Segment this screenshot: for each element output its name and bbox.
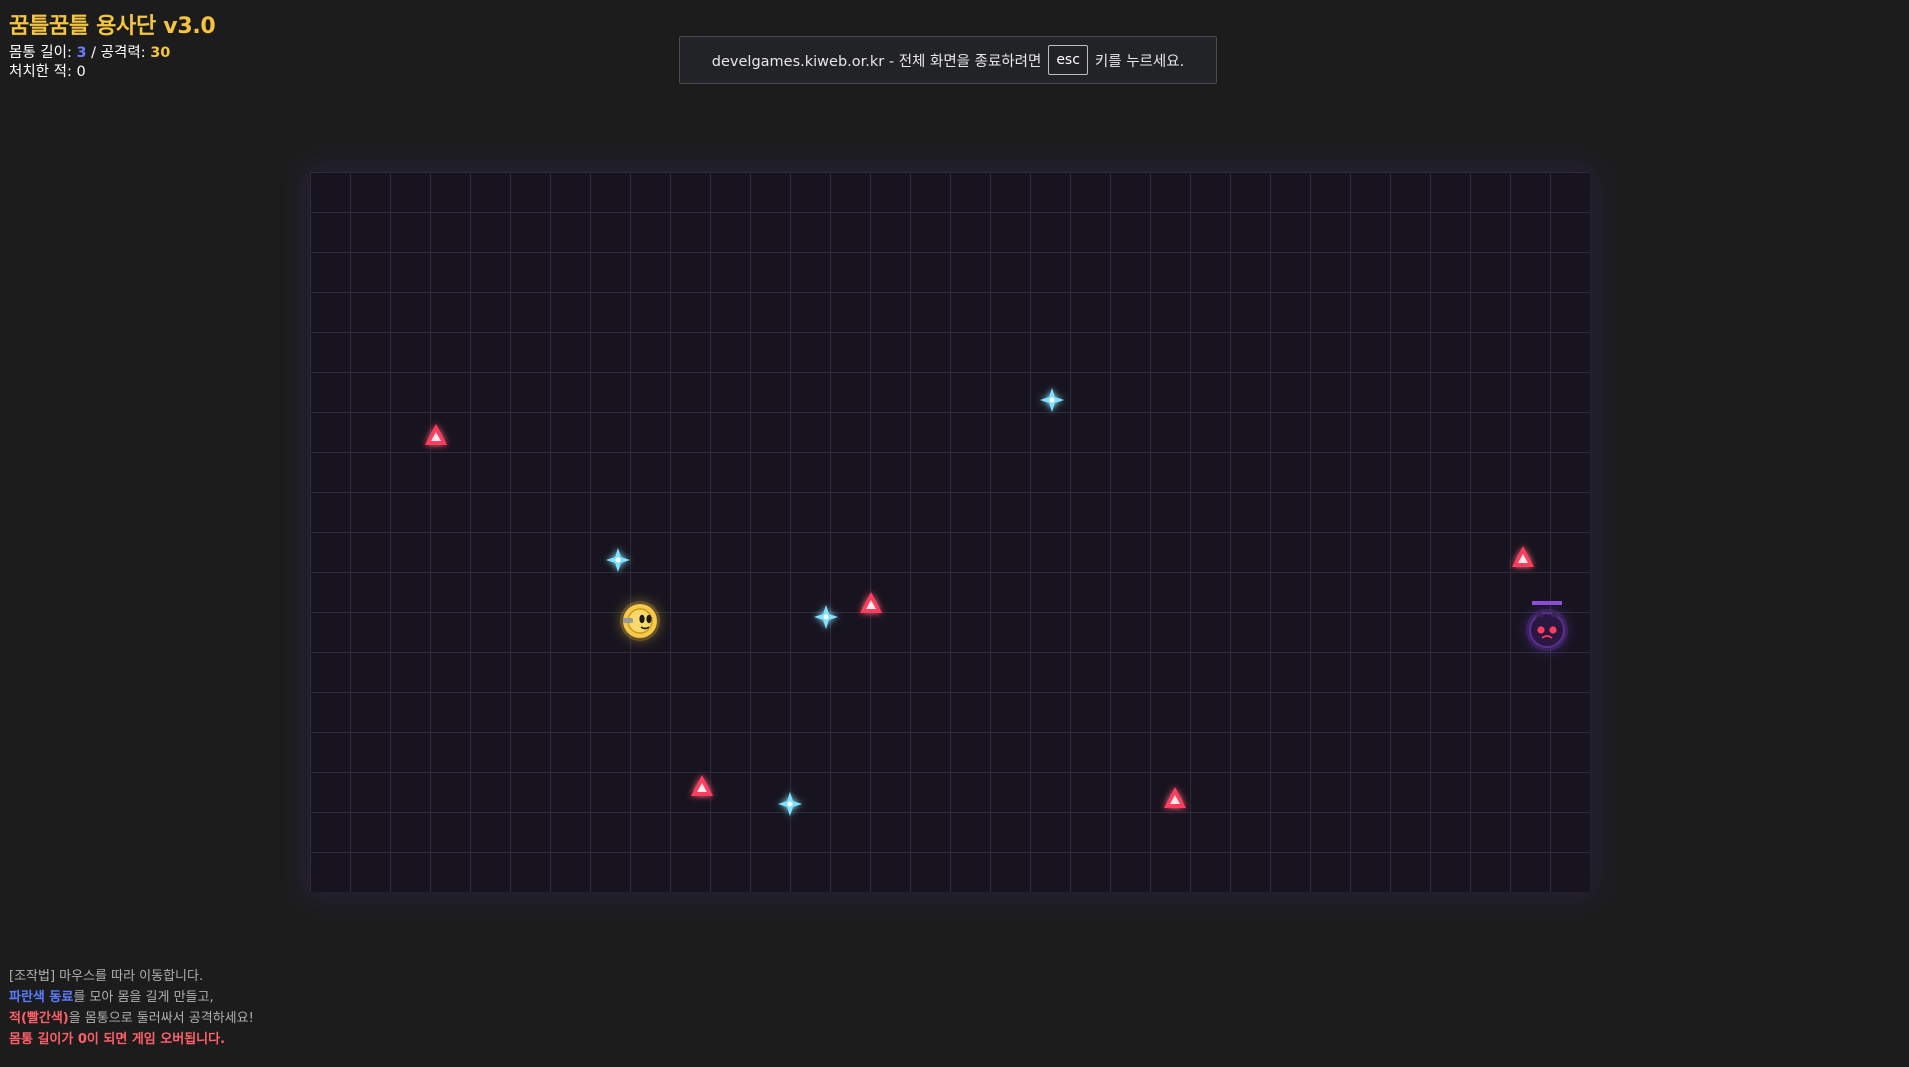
game-title: 꿈틀꿈틀 용사단 v3.0 bbox=[9, 14, 216, 39]
fullscreen-notice-suffix: 키를 누르세요. bbox=[1094, 53, 1185, 70]
red-triangle-enemy-icon bbox=[1164, 787, 1186, 808]
instructions-ally-highlight: 파란색 동료 bbox=[9, 990, 74, 1005]
kills-value: 0 bbox=[76, 64, 86, 80]
instructions-controls: [조작법] 마우스를 따라 이동합니다. bbox=[9, 969, 204, 984]
instructions: [조작법] 마우스를 따라 이동합니다. 파란색 동료를 모아 몸을 길게 만들… bbox=[9, 966, 254, 1050]
attack-value: 30 bbox=[150, 45, 171, 61]
kills-label: 처치한 적: bbox=[9, 64, 77, 80]
instructions-enemies-line: 적(빨간색)을 몸통으로 둘러싸서 공격하세요! bbox=[9, 1008, 254, 1029]
stats-separator: / bbox=[86, 45, 101, 61]
instructions-enemy-highlight: 적(빨간색) bbox=[9, 1011, 69, 1026]
instructions-ally-text: 를 모아 몸을 길게 만들고, bbox=[73, 990, 214, 1005]
length-value: 3 bbox=[76, 45, 87, 61]
player-hero-icon bbox=[620, 601, 660, 641]
length-label: 몸통 길이: bbox=[9, 45, 77, 61]
hud: 꿈틀꿈틀 용사단 v3.0 몸통 길이: 3 / 공격력: 30 처치한 적: … bbox=[9, 8, 216, 82]
fullscreen-notice: develgames.kiweb.or.kr - 전체 화면을 종료하려면 es… bbox=[679, 36, 1217, 84]
purple-boss-enemy-icon bbox=[1526, 601, 1568, 651]
boss-health-bar bbox=[1532, 601, 1562, 605]
stats-line: 몸통 길이: 3 / 공격력: 30 bbox=[9, 44, 215, 63]
blue-sparkle-ally-icon bbox=[606, 548, 630, 572]
instructions-game-over: 몸통 길이가 0이 되면 게임 오버됩니다. bbox=[9, 1032, 226, 1047]
attack-label: 공격력: bbox=[100, 45, 151, 61]
blue-sparkle-ally-icon bbox=[1040, 388, 1064, 412]
game-canvas[interactable] bbox=[310, 172, 1590, 892]
red-triangle-enemy-icon bbox=[691, 775, 713, 796]
fullscreen-notice-text: develgames.kiweb.or.kr - 전체 화면을 종료하려면 bbox=[711, 53, 1042, 70]
esc-key-badge: esc bbox=[1048, 45, 1088, 75]
blue-sparkle-ally-icon bbox=[814, 605, 838, 629]
instructions-enemy-text: 을 몸통으로 둘러싸서 공격하세요! bbox=[68, 1011, 254, 1026]
red-triangle-enemy-icon bbox=[860, 592, 882, 613]
blue-sparkle-ally-icon bbox=[778, 792, 802, 816]
game-board[interactable] bbox=[310, 172, 1590, 892]
red-triangle-enemy-icon bbox=[425, 424, 447, 445]
instructions-allies-line: 파란색 동료를 모아 몸을 길게 만들고, bbox=[9, 987, 254, 1008]
red-triangle-enemy-icon bbox=[1512, 546, 1534, 567]
kills-line: 처치한 적: 0 bbox=[9, 63, 215, 82]
